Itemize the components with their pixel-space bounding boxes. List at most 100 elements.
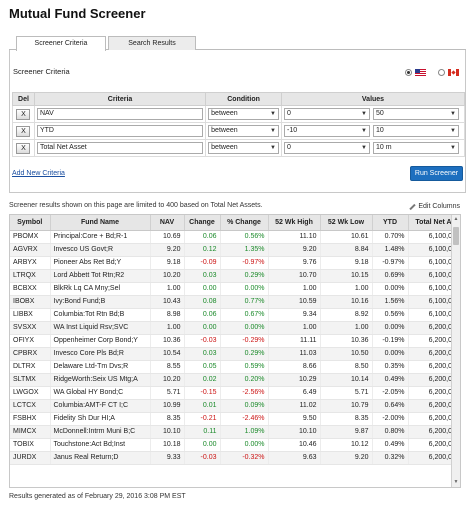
criteria-panel-title: Screener Criteria — [13, 67, 70, 76]
results-header-row: Symbol Fund Name NAV Change% Change 52 Wk Hi… — [10, 215, 460, 231]
cell-fund-name: Touchstone:Act Bd;Inst — [50, 438, 151, 452]
column-header-52wk-high[interactable]: 52 Wk High — [268, 215, 321, 231]
cell-nav: 10.69 — [150, 230, 185, 244]
value-max-select[interactable]: 10 ▼ — [372, 125, 459, 137]
scroll-up-icon[interactable]: ▲ — [452, 215, 460, 224]
cell-fund-name: RidgeWorth:Seix US Mtg;A — [50, 373, 151, 387]
scroll-down-icon[interactable]: ▼ — [452, 478, 460, 487]
chevron-down-icon: ▼ — [270, 145, 276, 151]
condition-select[interactable]: between ▼ — [208, 125, 279, 137]
run-screener-button[interactable]: Run Screener — [410, 166, 463, 181]
cell-symbol: LCTCX — [10, 399, 51, 413]
del-header: Del — [12, 92, 35, 106]
cell-52wk-low: 10.12 — [320, 438, 373, 452]
value-min-select[interactable]: 0 ▼ — [283, 142, 370, 154]
cell-ytd: 0.70% — [372, 230, 409, 244]
edit-columns-label: Edit Columns — [418, 203, 460, 210]
cell-fund-name: Invesco US Govt;R — [50, 243, 151, 257]
tab-screener-criteria[interactable]: Screener Criteria — [16, 36, 106, 51]
cell-change: -0.09 — [184, 256, 221, 270]
criteria-input[interactable]: NAV — [36, 108, 204, 120]
criteria-input[interactable]: YTD — [36, 125, 204, 137]
cell-change: 0.03 — [184, 269, 221, 283]
cell-fund-name: Oppenheimer Corp Bond;Y — [50, 334, 151, 348]
column-header-ytd[interactable]: YTD — [372, 215, 409, 231]
cell-ytd: 0.49% — [372, 373, 409, 387]
cell-pct-change: 0.67% — [220, 308, 269, 322]
cell-pct-change: 0.00% — [220, 282, 269, 296]
delete-criteria-button[interactable]: X — [16, 125, 31, 137]
cell-52wk-low: 5.71 — [320, 386, 373, 400]
region-ca-radio[interactable] — [438, 69, 445, 76]
cell-pct-change: -0.29% — [220, 334, 269, 348]
column-header-change[interactable]: Change — [184, 215, 221, 231]
table-row[interactable]: LWGOX WA Global HY Bond;C 5.71 -0.15 -2.56% 6… — [10, 386, 460, 400]
cell-nav: 10.18 — [150, 438, 185, 452]
cell-symbol: LWGOX — [10, 386, 51, 400]
criteria-input[interactable]: Total Net Asset — [36, 142, 204, 154]
cell-nav: 10.54 — [150, 347, 185, 361]
cell-symbol: AGVRX — [10, 243, 51, 257]
condition-select[interactable]: between ▼ — [208, 142, 279, 154]
table-row[interactable]: CPBRX Invesco Core Pls Bd;R 10.54 0.03 0.29%… — [10, 347, 460, 361]
region-us-radio[interactable] — [405, 69, 412, 76]
tab-bar: Screener Criteria Search Results — [9, 36, 466, 51]
edit-columns-button[interactable]: Edit Columns — [409, 203, 460, 210]
results-scrollbar[interactable]: ▲ ▼ — [451, 215, 460, 487]
cell-fund-name: Principal:Core + Bd;R-1 — [50, 230, 151, 244]
table-row[interactable]: JURDX Janus Real Return;D 9.33 -0.03 -0.32% 9… — [10, 451, 460, 465]
column-header-symbol[interactable]: Symbol — [10, 215, 51, 231]
column-header-52wk-low[interactable]: 52 Wk Low — [320, 215, 373, 231]
table-row[interactable]: MIMCX McDonnell:Intrm Muni B;C 10.10 0.11 1.… — [10, 425, 460, 439]
column-header-nav[interactable]: NAV — [150, 215, 185, 231]
cell-fund-name: Ivy:Bond Fund;B — [50, 295, 151, 309]
delete-criteria-button[interactable]: X — [16, 108, 31, 120]
value-max-select[interactable]: 50 ▼ — [372, 108, 459, 120]
delete-criteria-button[interactable]: X — [16, 142, 31, 154]
table-row[interactable]: SVSXX WA Inst Liquid Rsv;SVC 1.00 0.00 0.00%… — [10, 321, 460, 335]
cell-symbol: DLTRX — [10, 360, 51, 374]
cell-52wk-low: 1.00 — [320, 321, 373, 335]
cell-nav: 1.00 — [150, 282, 185, 296]
table-row[interactable]: PBOMX Principal:Core + Bd;R-1 10.69 0.06 0.5… — [10, 230, 460, 244]
cell-ytd: -0.19% — [372, 334, 409, 348]
value-max-select[interactable]: 10 m ▼ — [372, 142, 459, 154]
add-new-criteria-link[interactable]: Add New Criteria — [12, 170, 65, 177]
cell-nav: 10.99 — [150, 399, 185, 413]
cell-nav: 10.20 — [150, 269, 185, 283]
column-header-pct-change[interactable]: % Change — [220, 215, 269, 231]
table-row[interactable]: LTRQX Lord Abbett Tot Rtn;R2 10.20 0.03 0.29… — [10, 269, 460, 283]
value-min-select[interactable]: -10 ▼ — [283, 125, 370, 137]
cell-symbol: ARBYX — [10, 256, 51, 270]
table-row[interactable]: IBOBX Ivy:Bond Fund;B 10.43 0.08 0.77% 10.59 1… — [10, 295, 460, 309]
cell-52wk-high: 9.20 — [268, 243, 321, 257]
results-limit-note: Screener results shown on this page are … — [9, 202, 263, 209]
scrollbar-thumb[interactable] — [453, 227, 459, 245]
value-min-select[interactable]: 0 ▼ — [283, 108, 370, 120]
cell-pct-change: -0.97% — [220, 256, 269, 270]
chevron-down-icon: ▼ — [450, 128, 456, 134]
table-row[interactable]: ARBYX Pioneer Abs Ret Bd;Y 9.18 -0.09 -0.97%… — [10, 256, 460, 270]
cell-52wk-low: 8.84 — [320, 243, 373, 257]
table-row[interactable]: DLTRX Delaware Ltd-Tm Dvs;R 8.55 0.05 0.59% 8… — [10, 360, 460, 374]
table-row[interactable]: OFIYX Oppenheimer Corp Bond;Y 10.36 -0.03 -0… — [10, 334, 460, 348]
cell-change: 0.06 — [184, 308, 221, 322]
tab-search-results[interactable]: Search Results — [108, 36, 196, 50]
table-row[interactable]: LIBBX Columbia:Tot Rtn Bd;B 8.98 0.06 0.67% 9… — [10, 308, 460, 322]
cell-symbol: LTRQX — [10, 269, 51, 283]
condition-header: Condition — [205, 92, 282, 106]
table-row[interactable]: BCBXX BlkRk Lq CA Mny;Sel 1.00 0.00 0.00% 1.0… — [10, 282, 460, 296]
column-header-fund-name[interactable]: Fund Name — [50, 215, 151, 231]
cell-fund-name: BlkRk Lq CA Mny;Sel — [50, 282, 151, 296]
cell-52wk-low: 8.50 — [320, 360, 373, 374]
table-row[interactable]: TOBIX Touchstone:Act Bd;Inst 10.18 0.00 0.00… — [10, 438, 460, 452]
table-row[interactable]: SLTMX RidgeWorth:Seix US Mtg;A 10.20 0.02 0.… — [10, 373, 460, 387]
table-row[interactable]: LCTCX Columbia:AMT-F CT I;C 10.99 0.01 0.09%… — [10, 399, 460, 413]
cell-ytd: 1.48% — [372, 243, 409, 257]
criteria-row: X NAV between ▼ 0 ▼ 50 ▼ — [12, 105, 466, 123]
cell-ytd: 0.00% — [372, 282, 409, 296]
table-row[interactable]: AGVRX Invesco US Govt;R 9.20 0.12 1.35% 9.20 8… — [10, 243, 460, 257]
condition-select[interactable]: between ▼ — [208, 108, 279, 120]
results-timestamp: Results generated as of February 29, 201… — [9, 493, 186, 500]
table-row[interactable]: FSBHX Fidelity Sh Dur HI;A 8.35 -0.21 -2.46%… — [10, 412, 460, 426]
